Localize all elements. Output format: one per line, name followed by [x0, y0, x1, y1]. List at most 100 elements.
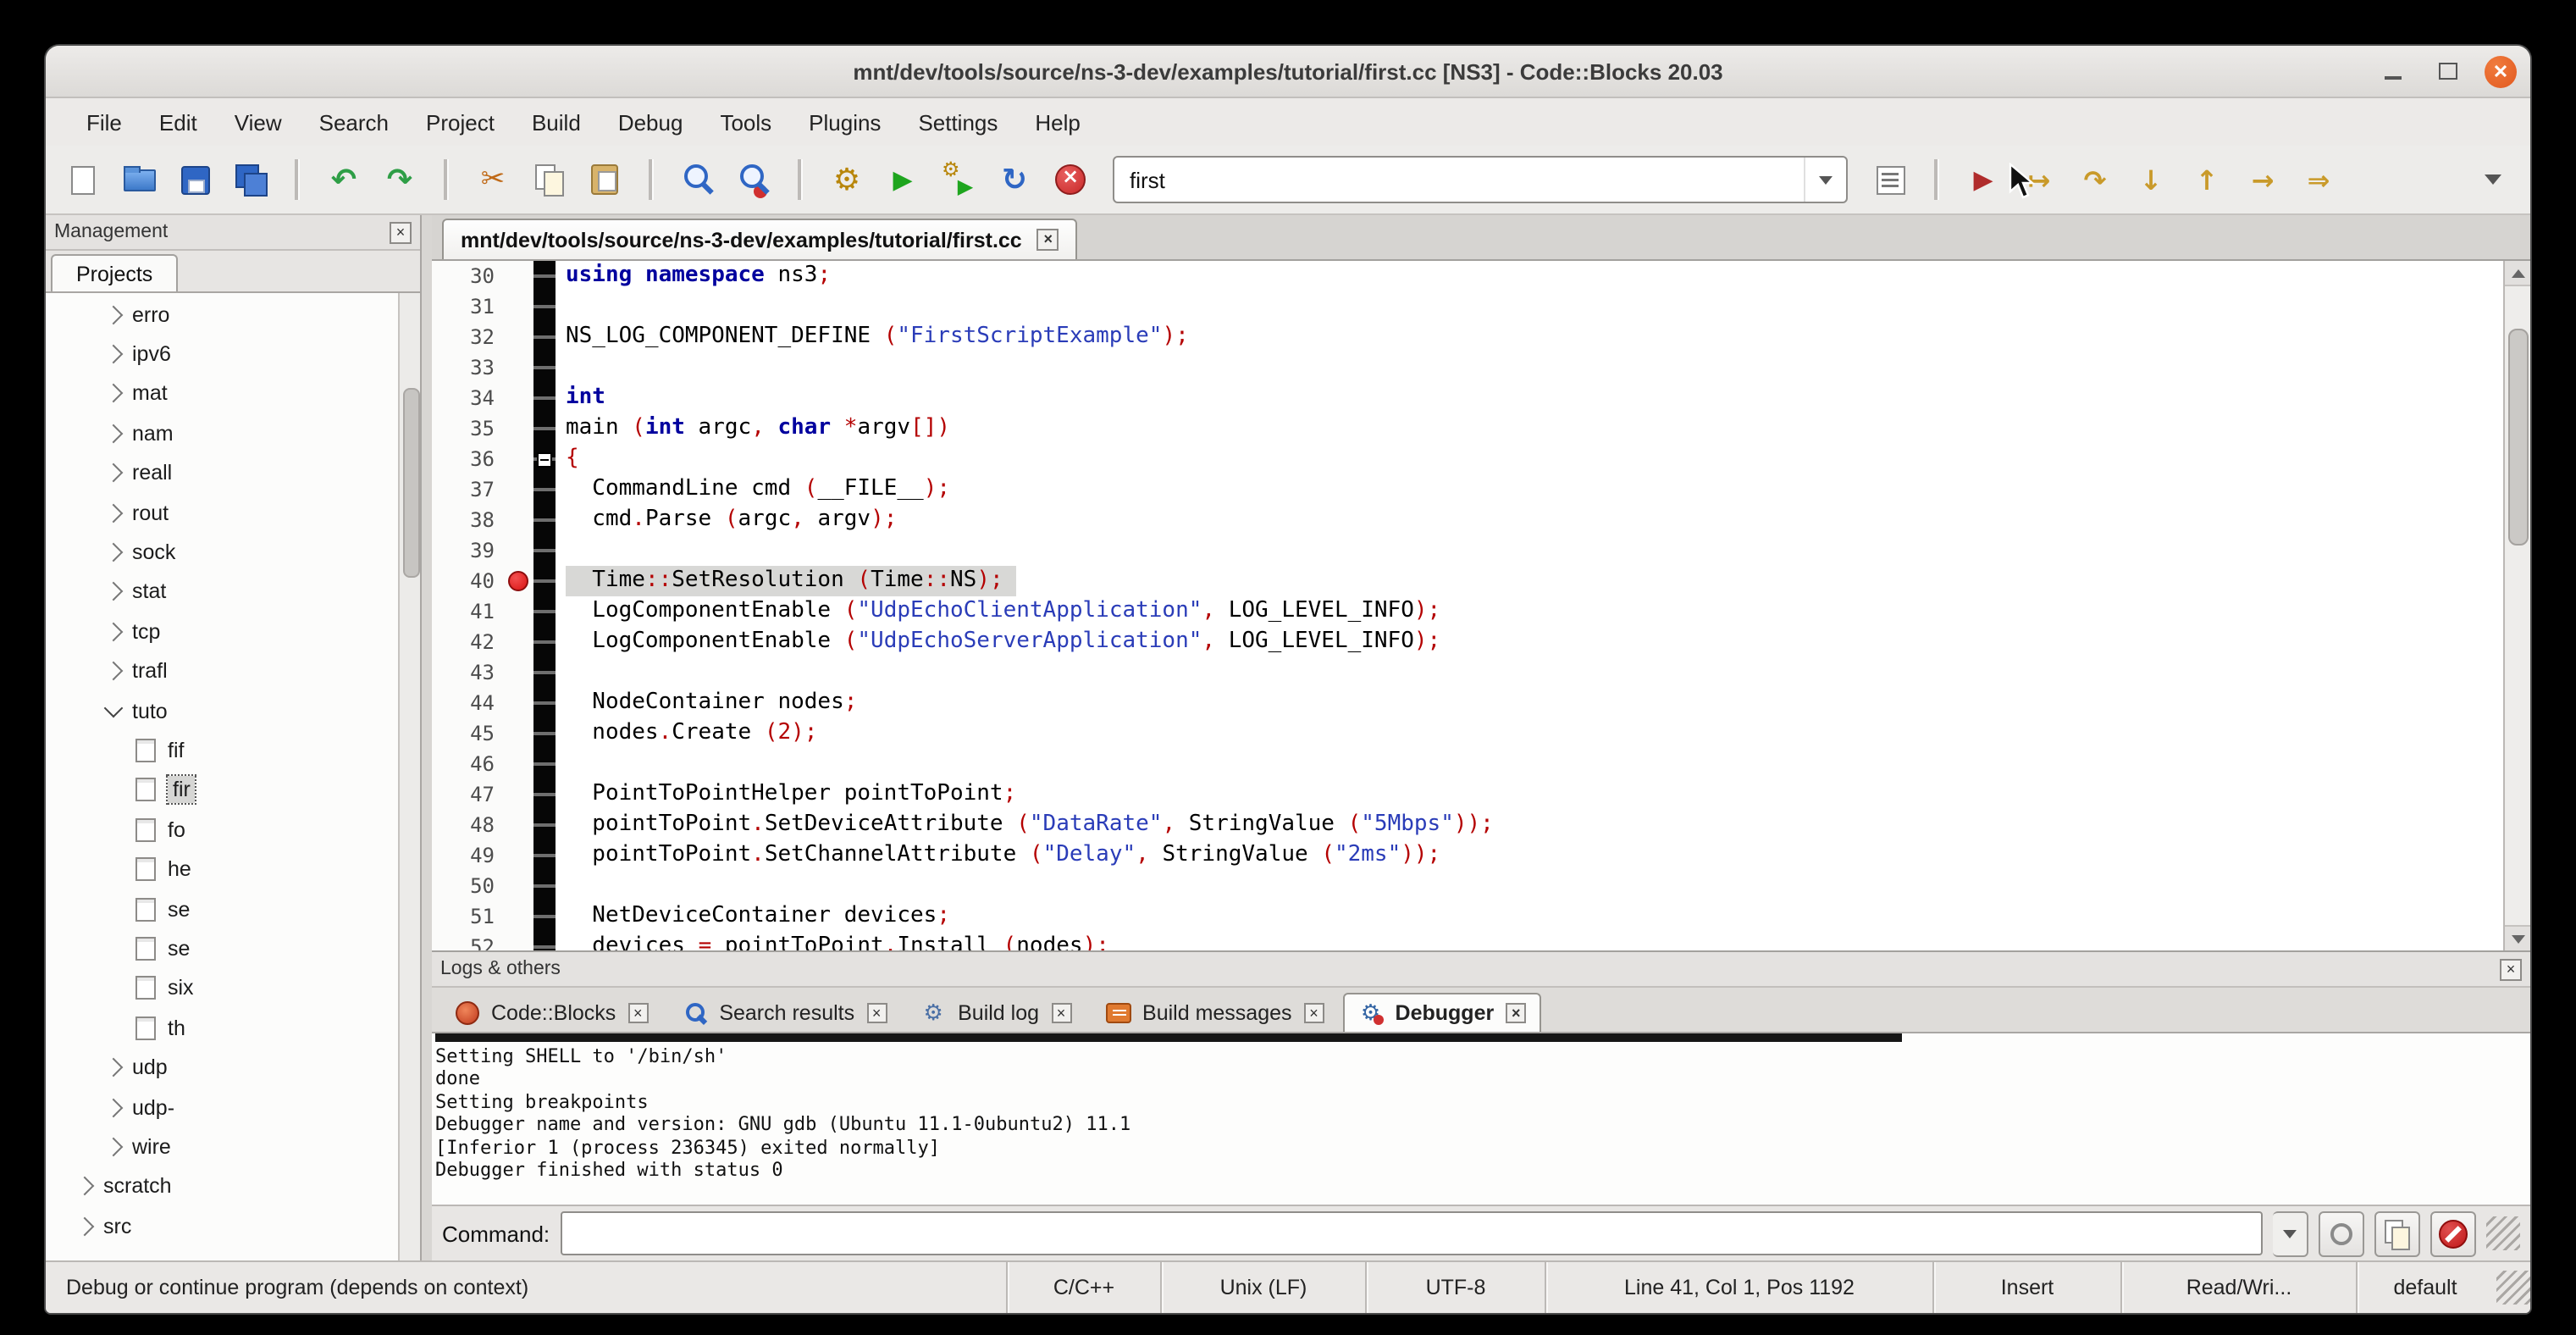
code-line[interactable]: 39 — [432, 535, 2503, 566]
breakpoint-margin[interactable] — [503, 840, 533, 871]
code-line[interactable]: 30using namespace ns3; — [432, 261, 2503, 291]
logs-resize-grip[interactable] — [2486, 1216, 2520, 1250]
run-icon[interactable]: ▶ — [882, 159, 923, 200]
breakpoint-margin[interactable] — [503, 444, 533, 474]
window-resize-grip[interactable] — [2496, 1271, 2530, 1305]
menu-item-project[interactable]: Project — [409, 104, 511, 140]
code-line[interactable]: 42 LogComponentEnable ("UdpEchoServerApp… — [432, 627, 2503, 657]
step-into-icon[interactable]: ↓ — [2131, 159, 2171, 200]
editor-scrollbar[interactable] — [2503, 261, 2530, 950]
minimize-button[interactable] — [2376, 54, 2410, 88]
breakpoint-margin[interactable] — [503, 901, 533, 932]
tree-item-erro[interactable]: erro — [46, 295, 398, 335]
chevron-right-icon[interactable] — [104, 305, 124, 324]
menu-item-file[interactable]: File — [69, 104, 139, 140]
tree-item-fif[interactable]: fif — [46, 731, 398, 771]
tree-item-fo[interactable]: fo — [46, 810, 398, 850]
menu-item-tools[interactable]: Tools — [703, 104, 788, 140]
breakpoint-margin[interactable] — [503, 291, 533, 322]
title-bar[interactable]: mnt/dev/tools/source/ns-3-dev/examples/t… — [46, 46, 2530, 98]
code-line[interactable]: 50 — [432, 871, 2503, 901]
tree-item-wire[interactable]: wire — [46, 1127, 398, 1166]
breakpoint-margin[interactable] — [503, 383, 533, 413]
find-icon[interactable] — [677, 159, 718, 200]
scroll-down-icon[interactable] — [2505, 925, 2530, 950]
build-and-run-icon[interactable]: ▶ — [938, 159, 979, 200]
menu-item-help[interactable]: Help — [1018, 104, 1097, 140]
redo-icon[interactable]: ↷ — [379, 159, 420, 200]
code-line[interactable]: 36{ — [432, 444, 2503, 474]
code-line[interactable]: 32NS_LOG_COMPONENT_DEFINE ("FirstScriptE… — [432, 322, 2503, 352]
fold-marker-icon[interactable] — [537, 451, 552, 467]
command-dropdown-icon[interactable] — [2273, 1210, 2308, 1256]
save-all-icon[interactable] — [230, 159, 271, 200]
tree-item-th[interactable]: th — [46, 1008, 398, 1048]
tree-item-mat[interactable]: mat — [46, 374, 398, 414]
close-log-tab-icon[interactable] — [866, 1003, 887, 1023]
breakpoint-margin[interactable] — [503, 627, 533, 657]
chevron-right-icon[interactable] — [75, 1177, 95, 1196]
scrollbar-thumb[interactable] — [2508, 329, 2529, 546]
maximize-button[interactable] — [2430, 54, 2464, 88]
code-line[interactable]: 47 PointToPointHelper pointToPoint; — [432, 779, 2503, 810]
log-tab-build-messages[interactable]: Build messages — [1090, 993, 1340, 1032]
tree-item-ipv6[interactable]: ipv6 — [46, 335, 398, 374]
tree-item-sock[interactable]: sock — [46, 533, 398, 573]
close-management-icon[interactable] — [390, 221, 412, 243]
menu-item-view[interactable]: View — [218, 104, 299, 140]
log-tab-build-log[interactable]: Build log — [905, 993, 1086, 1032]
chevron-right-icon[interactable] — [104, 662, 124, 681]
build-target-combobox[interactable]: first — [1113, 156, 1848, 203]
breakpoint-margin[interactable] — [503, 505, 533, 535]
debug-continue-icon[interactable]: ▶ — [1963, 159, 2004, 200]
tree-item-stat[interactable]: stat — [46, 572, 398, 612]
breakpoint-margin[interactable] — [503, 352, 533, 383]
next-line-icon[interactable]: ↷ — [2075, 159, 2115, 200]
scroll-up-icon[interactable] — [2505, 261, 2530, 286]
code-line[interactable]: 48 pointToPoint.SetDeviceAttribute ("Dat… — [432, 810, 2503, 840]
breakpoint-icon[interactable] — [508, 571, 528, 591]
tree-item-rout[interactable]: rout — [46, 493, 398, 533]
tree-item-se[interactable]: se — [46, 929, 398, 969]
breakpoint-margin[interactable] — [503, 749, 533, 779]
toolbar-options-chevron-icon[interactable] — [2473, 159, 2513, 200]
code-line[interactable]: 38 cmd.Parse (argc, argv); — [432, 505, 2503, 535]
breakpoint-margin[interactable] — [503, 322, 533, 352]
close-editor-tab-icon[interactable] — [1037, 229, 1059, 251]
build-icon[interactable]: ⚙ — [826, 159, 867, 200]
debugger-output[interactable]: Setting SHELL to '/bin/sh'doneSetting br… — [432, 1033, 2530, 1206]
save-icon[interactable] — [174, 159, 215, 200]
chevron-right-icon[interactable] — [104, 543, 124, 562]
code-line[interactable]: 44 NodeContainer nodes; — [432, 688, 2503, 718]
rebuild-icon[interactable]: ↻ — [994, 159, 1035, 200]
breakpoint-margin[interactable] — [503, 718, 533, 749]
menu-item-debug[interactable]: Debug — [601, 104, 700, 140]
tree-item-tuto[interactable]: tuto — [46, 691, 398, 731]
chevron-right-icon[interactable] — [104, 583, 124, 602]
breakpoint-margin[interactable] — [503, 688, 533, 718]
menu-item-build[interactable]: Build — [515, 104, 598, 140]
tree-item-src[interactable]: src — [46, 1206, 398, 1246]
chevron-right-icon[interactable] — [104, 622, 124, 641]
tree-item-scratch[interactable]: scratch — [46, 1166, 398, 1206]
copy-output-icon[interactable] — [2374, 1210, 2420, 1256]
new-file-icon[interactable] — [63, 159, 103, 200]
chevron-right-icon[interactable] — [104, 1098, 124, 1117]
code-line[interactable]: 43 — [432, 657, 2503, 688]
chevron-right-icon[interactable] — [104, 1058, 124, 1077]
breakpoint-margin[interactable] — [503, 657, 533, 688]
tree-item-trafl[interactable]: trafl — [46, 651, 398, 691]
menu-item-search[interactable]: Search — [302, 104, 406, 140]
tree-item-he[interactable]: he — [46, 850, 398, 889]
log-tab-search-results[interactable]: Search results — [666, 993, 902, 1032]
open-file-icon[interactable] — [119, 159, 159, 200]
code-line[interactable]: 45 nodes.Create (2); — [432, 718, 2503, 749]
tree-item-udp[interactable]: udp- — [46, 1088, 398, 1127]
close-button[interactable]: ✕ — [2485, 55, 2517, 87]
code-line[interactable]: 41 LogComponentEnable ("UdpEchoClientApp… — [432, 596, 2503, 627]
code-view[interactable]: 30using namespace ns3;3132NS_LOG_COMPONE… — [432, 261, 2503, 950]
chevron-right-icon[interactable] — [104, 424, 124, 443]
chevron-right-icon[interactable] — [104, 385, 124, 404]
breakpoint-margin[interactable] — [503, 474, 533, 505]
code-line[interactable]: 51 NetDeviceContainer devices; — [432, 901, 2503, 932]
